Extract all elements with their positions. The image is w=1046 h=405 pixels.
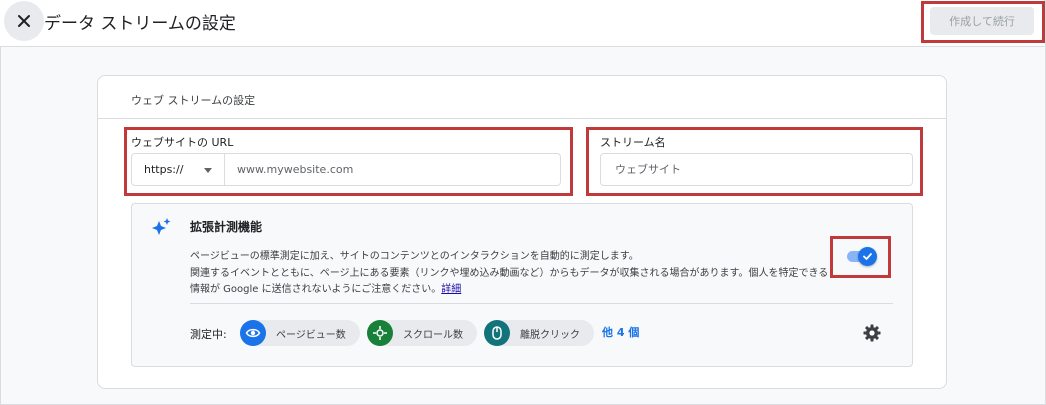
chip-scrolls[interactable]: スクロール数	[367, 320, 477, 346]
website-url-label: ウェブサイトの URL	[131, 136, 234, 149]
more-events-link[interactable]: 他 4 個	[602, 324, 639, 340]
website-url-input[interactable]	[224, 153, 561, 186]
panel-divider	[190, 303, 893, 304]
enhanced-measurement-toggle[interactable]	[845, 247, 879, 266]
eye-icon	[240, 320, 266, 346]
protocol-select[interactable]: https://	[131, 153, 225, 186]
page-title: データ ストリームの設定	[44, 14, 236, 34]
card-divider	[98, 118, 946, 119]
enhanced-desc-line3-wrap: 情報が Google に送信されないようにご注意ください。詳細	[190, 280, 461, 295]
mouse-icon	[484, 320, 510, 346]
close-icon	[18, 15, 30, 27]
stream-name-label: ストリーム名	[600, 136, 666, 149]
detail-link[interactable]: 詳細	[441, 284, 461, 295]
create-and-continue-button[interactable]: 作成して続行	[930, 7, 1034, 35]
gear-icon[interactable]	[862, 323, 882, 343]
sparkle-icon	[152, 218, 171, 235]
chip-outbound-clicks[interactable]: 離脱クリック	[484, 320, 594, 346]
crosshair-icon	[367, 320, 393, 346]
toggle-knob	[858, 247, 877, 266]
close-button[interactable]	[4, 1, 44, 41]
card-title: ウェブ ストリームの設定	[131, 94, 256, 107]
measuring-label: 測定中:	[190, 328, 227, 341]
enhanced-desc-line1: ページビューの標準測定に加え、サイトのコンテンツとのインタラクションを自動的に測…	[190, 251, 639, 262]
stream-name-input[interactable]	[600, 153, 913, 186]
enhanced-desc-line3: 情報が Google に送信されないようにご注意ください。	[190, 284, 442, 295]
chip-label: 離脱クリック	[520, 330, 580, 341]
checkmark-icon	[863, 253, 872, 260]
protocol-value: https://	[144, 163, 184, 176]
chip-page-views[interactable]: ページビュー数	[240, 320, 360, 346]
chip-label: ページビュー数	[276, 330, 346, 341]
enhanced-measurement-title: 拡張計測機能	[190, 220, 263, 234]
enhanced-desc-line2: 関連するイベントとともに、ページ上にある要素（リンクや埋め込み動画など）からもデ…	[190, 268, 829, 279]
chip-label: スクロール数	[403, 330, 463, 341]
dropdown-arrow-icon	[204, 168, 212, 173]
